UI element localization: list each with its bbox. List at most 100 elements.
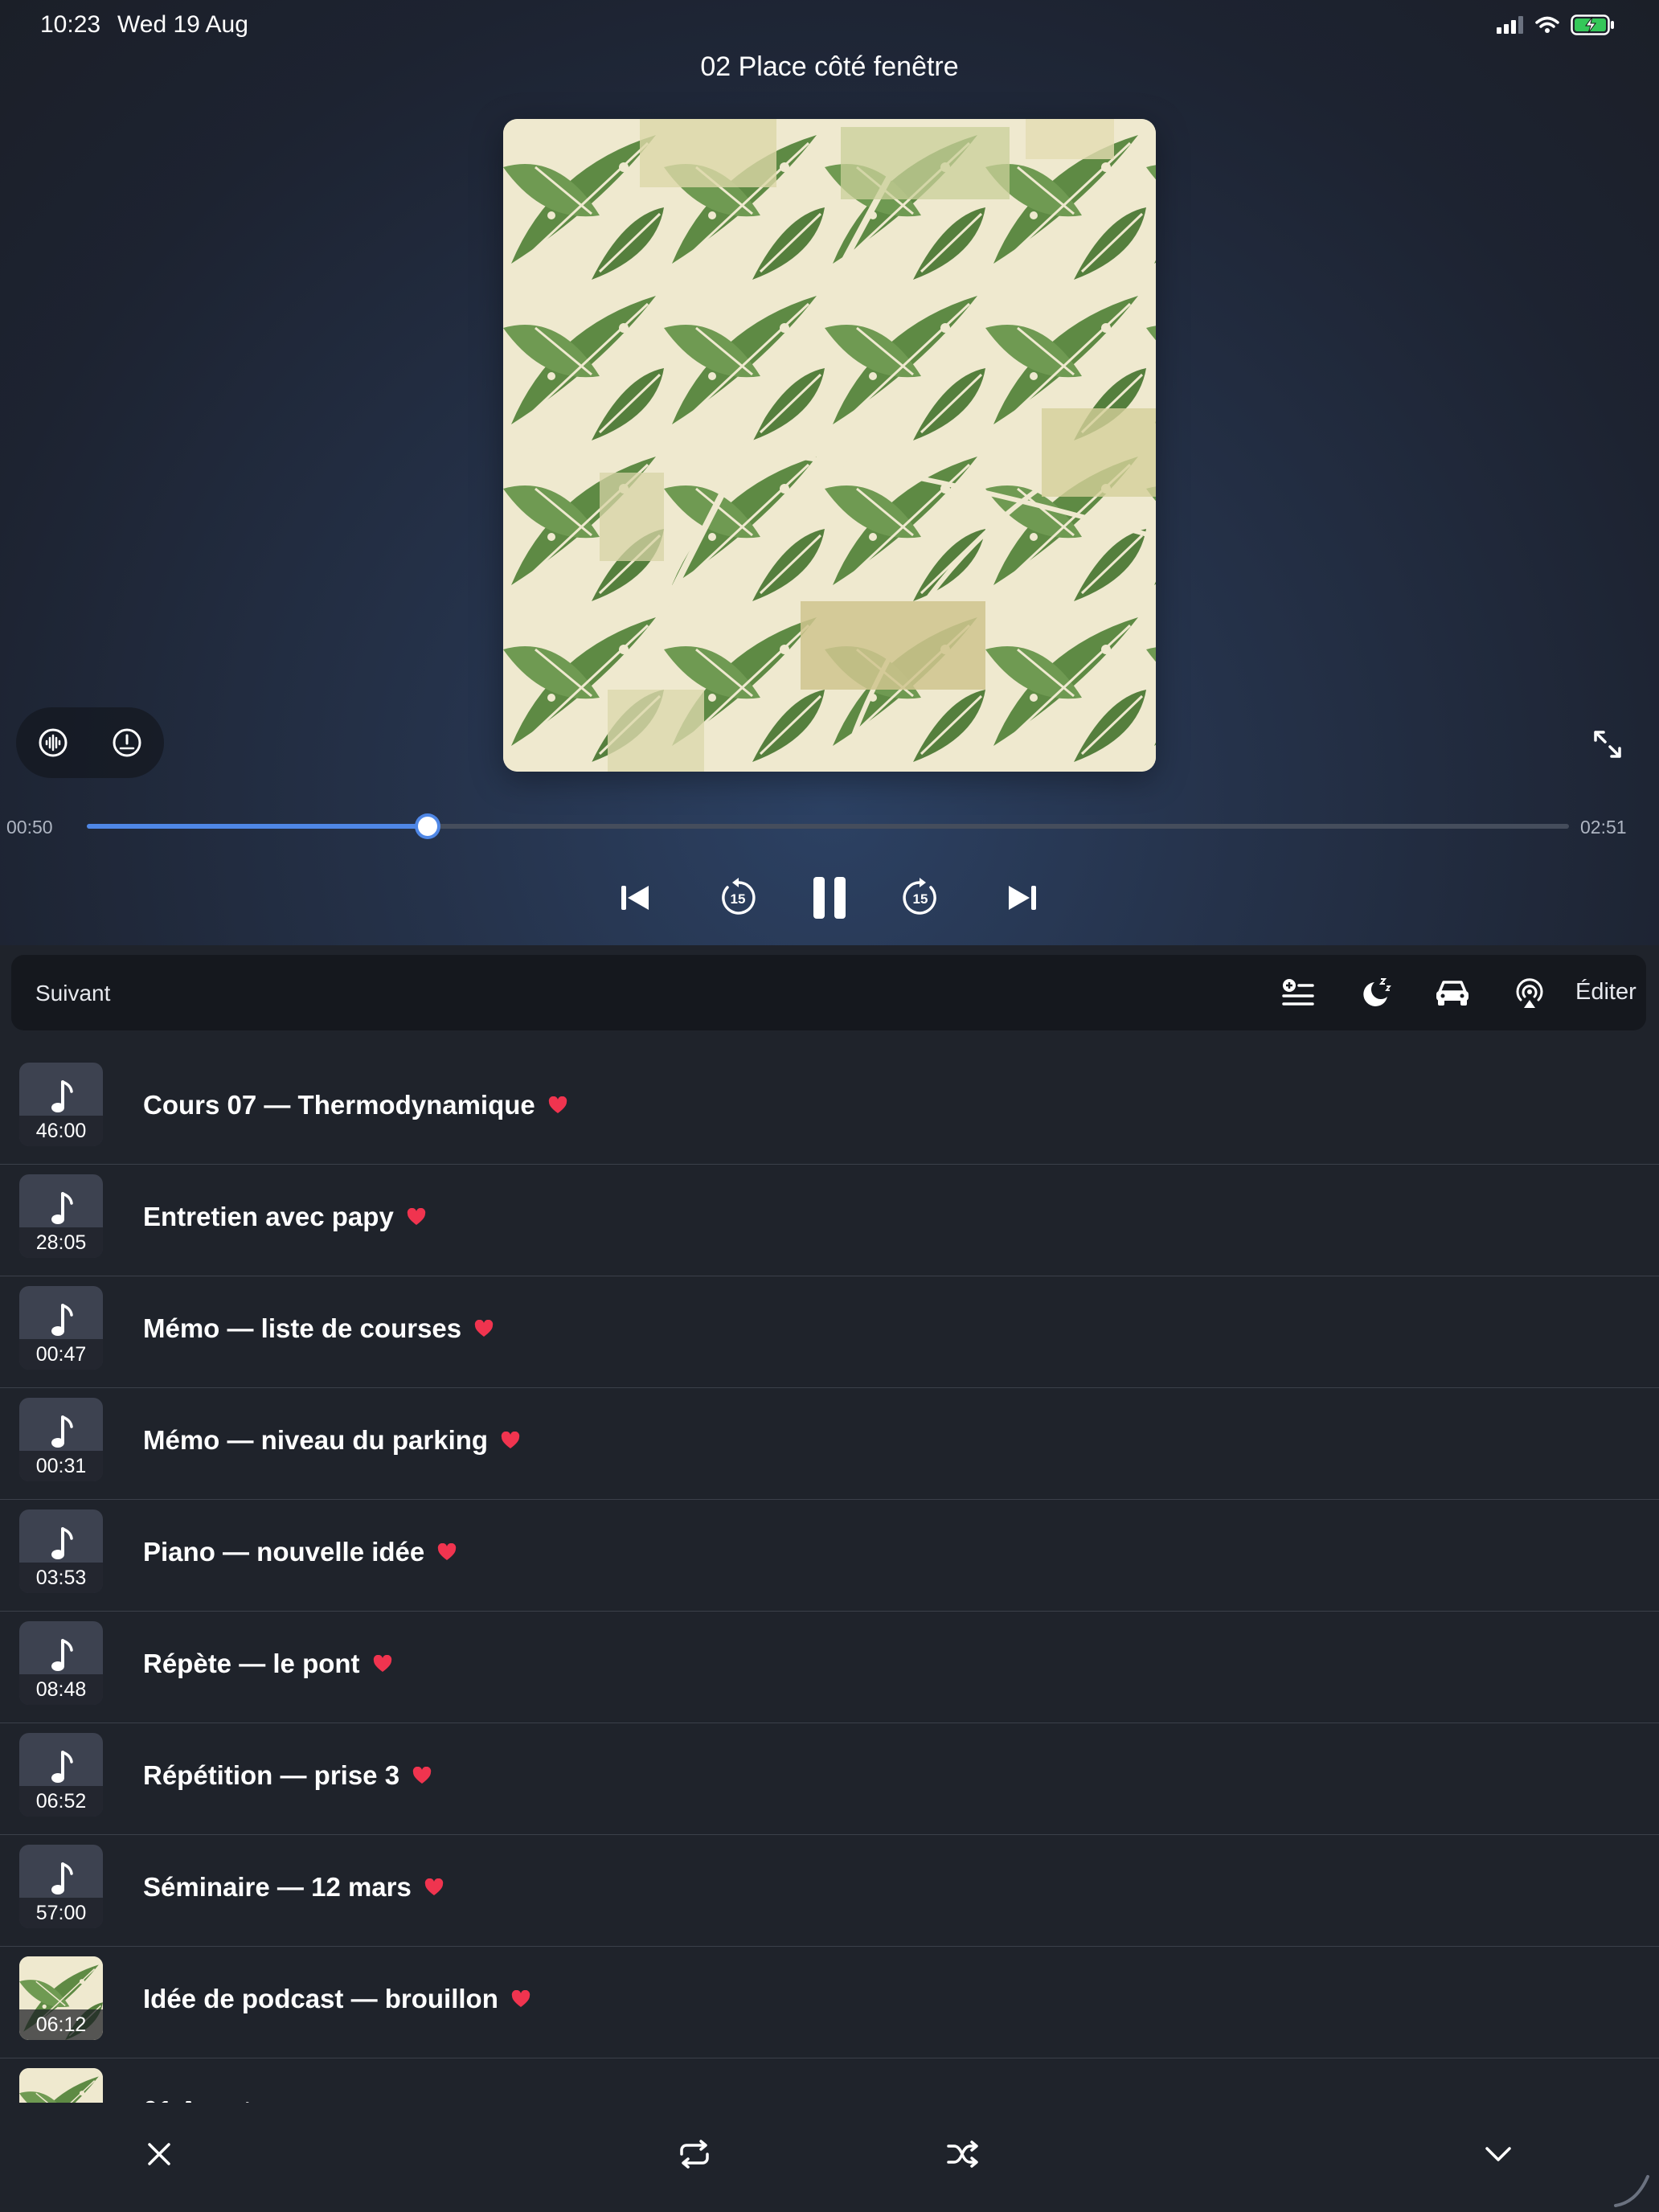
resize-corner-icon	[1614, 2175, 1649, 2207]
favorite-heart-icon	[373, 1655, 391, 1672]
repeat-button[interactable]	[670, 2130, 719, 2178]
music-note-icon	[51, 1304, 73, 1336]
previous-track-button[interactable]	[608, 870, 664, 926]
track-title: Entretien avec papy	[143, 1202, 394, 1231]
queue-row[interactable]: 28:05 Entretien avec papy	[0, 1165, 1659, 1276]
track-title-group: Piano — nouvelle idée	[143, 1537, 457, 1567]
close-player-button[interactable]	[135, 2130, 183, 2178]
now-playing-title: 02 Place côté fenêtre	[700, 51, 959, 82]
next-track-button[interactable]	[993, 870, 1050, 926]
favorite-heart-icon	[438, 1543, 457, 1560]
battery-charging-icon	[1571, 14, 1614, 35]
track-title-group: Mémo — liste de courses	[143, 1313, 494, 1344]
track-thumb: 00:31	[19, 1398, 103, 1481]
queue-row[interactable]: 03:53 Piano — nouvelle idée	[0, 1500, 1659, 1612]
up-next-label: Suivant	[35, 981, 111, 1006]
edit-queue-button[interactable]: Éditer	[1575, 979, 1636, 1006]
queue-header: Suivant Éditer	[11, 955, 1646, 1030]
track-title: Séminaire — 12 mars	[143, 1872, 412, 1902]
track-thumb: 03:53	[19, 1509, 103, 1593]
car-mode-button[interactable]	[1431, 971, 1474, 1014]
queue-row[interactable]: 46:00 Cours 07 — Thermodynamique	[0, 1053, 1659, 1165]
track-title-group: Répète — le pont	[143, 1649, 392, 1679]
queue-row[interactable]: 08:48 Répète — le pont	[0, 1612, 1659, 1723]
track-artwork-thumb	[19, 2068, 103, 2103]
track-thumb: 57:00	[19, 1845, 103, 1928]
queue-row[interactable]: 00:31 Mémo — niveau du parking	[0, 1388, 1659, 1500]
rewind-15-button[interactable]: 15	[710, 870, 766, 926]
favorite-heart-icon	[548, 1096, 567, 1113]
now-playing-panel: 10:23 Wed 19 Aug 02 Place côté fenêtre 0…	[0, 0, 1659, 945]
status-icons	[1497, 14, 1616, 35]
cellular-signal-icon	[1497, 16, 1523, 34]
queue-row[interactable]: 06:12 Idée de podcast — brouillon	[0, 1947, 1659, 2058]
wifi-icon	[1535, 16, 1559, 33]
sleep-timer-button[interactable]	[1354, 971, 1397, 1014]
expand-arrows-icon	[1594, 731, 1621, 758]
queue-row[interactable]: 00:47 Mémo — liste de courses	[0, 1276, 1659, 1388]
progress-knob[interactable]	[418, 817, 438, 836]
track-title: Mémo — liste de courses	[143, 1313, 462, 1343]
track-duration: 06:52	[19, 1786, 103, 1817]
airplay-button[interactable]	[1508, 971, 1551, 1014]
music-note-icon	[51, 1192, 73, 1224]
favorite-heart-icon	[474, 1320, 494, 1337]
favorite-heart-icon	[412, 1767, 432, 1784]
moon-zzz-icon	[1363, 978, 1391, 1006]
album-artwork	[503, 119, 1156, 772]
track-duration: 08:48	[19, 1674, 103, 1705]
pause-button[interactable]	[801, 870, 858, 926]
track-duration: 46:00	[19, 1116, 103, 1146]
car-icon	[1436, 981, 1469, 1006]
collapse-player-button[interactable]	[1474, 2130, 1522, 2178]
favorite-heart-icon	[424, 1878, 444, 1895]
track-duration: 00:31	[19, 1451, 103, 1481]
queue-row[interactable]: 01 Avant	[0, 2058, 1659, 2103]
audio-tools-pill	[16, 707, 164, 778]
progress-slider[interactable]	[87, 817, 1569, 836]
track-title: Piano — nouvelle idée	[143, 1537, 425, 1567]
track-title: Répète — le pont	[143, 1649, 360, 1678]
fullscreen-button[interactable]	[1587, 723, 1628, 765]
track-title: Idée de podcast — brouillon	[143, 1984, 498, 2013]
status-time: 10:23	[40, 11, 101, 38]
track-title: Répétition — prise 3	[143, 1760, 400, 1790]
favorite-heart-icon	[407, 1208, 425, 1225]
add-to-queue-button[interactable]	[1276, 971, 1320, 1014]
music-note-icon	[51, 1751, 73, 1783]
track-duration: 06:12	[19, 2009, 103, 2040]
track-thumb: 08:48	[19, 1621, 103, 1705]
favorite-heart-icon	[501, 1432, 520, 1448]
elapsed-time: 00:50	[6, 817, 53, 838]
forward-15-button[interactable]: 15	[892, 870, 948, 926]
track-title: Cours 07 — Thermodynamique	[143, 1090, 535, 1120]
close-icon	[148, 2143, 170, 2165]
rewind-15-icon: 15	[722, 878, 756, 915]
shuffle-button[interactable]	[939, 2130, 987, 2178]
track-title-group: Cours 07 — Thermodynamique	[143, 1090, 567, 1120]
queue-list: 46:00 Cours 07 — Thermodynamique 28:05 Entr…	[0, 1053, 1659, 2103]
forward-seconds-label: 15	[913, 891, 928, 907]
track-title-group: Répétition — prise 3	[143, 1760, 432, 1791]
audio-enhance-button[interactable]	[33, 723, 73, 763]
total-time: 02:51	[1580, 817, 1627, 838]
skip-forward-icon	[1009, 886, 1036, 910]
shuffle-icon	[947, 2140, 978, 2168]
playback-speed-button[interactable]	[107, 723, 147, 763]
chevron-down-icon	[1485, 2147, 1511, 2161]
favorite-heart-icon	[511, 1990, 530, 2007]
music-note-icon	[51, 1080, 73, 1112]
queue-row[interactable]: 06:52 Répétition — prise 3	[0, 1723, 1659, 1835]
track-duration: 03:53	[19, 1563, 103, 1593]
music-note-icon	[51, 1415, 73, 1448]
track-duration: 00:47	[19, 1339, 103, 1370]
track-title: 01 Avant	[143, 2095, 252, 2103]
leaf-collage-image	[503, 119, 1156, 772]
track-thumb: 00:47	[19, 1286, 103, 1370]
airplay-audio-icon	[1516, 978, 1543, 1008]
track-thumb: 06:52	[19, 1733, 103, 1817]
skip-back-icon	[621, 886, 649, 910]
track-title-group: Entretien avec papy	[143, 1202, 426, 1232]
queue-row[interactable]: 57:00 Séminaire — 12 mars	[0, 1835, 1659, 1947]
track-thumb: 28:05	[19, 1174, 103, 1258]
